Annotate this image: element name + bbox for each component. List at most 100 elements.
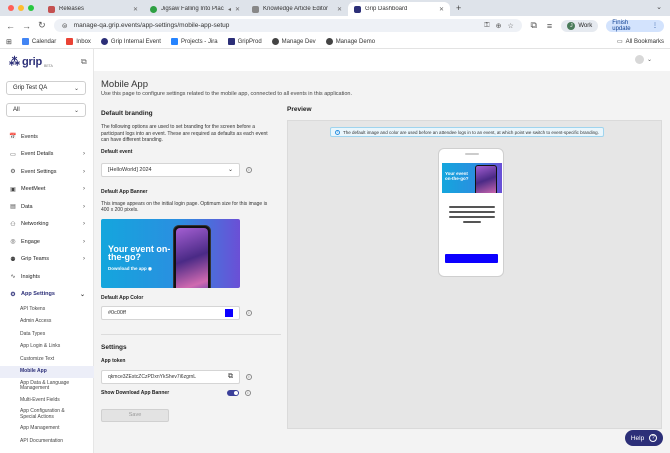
sidebar-menu: 📅 Events ▭ Event Details › ⚙ Event Settings › ▣ M… — [0, 128, 94, 448]
jira-icon — [170, 38, 178, 45]
tab-title: Releases — [59, 6, 85, 12]
sidebar-subitem-admin-access[interactable]: Admin Access — [0, 316, 94, 329]
top-header: ⌄ — [94, 49, 670, 71]
new-tab-button[interactable]: + — [450, 3, 467, 16]
bookmark-jira[interactable]: Projects - Jira — [170, 38, 218, 45]
grip-logo-icon: ⁂ — [9, 56, 20, 68]
all-bookmarks[interactable]: ▭ All Bookmarks — [617, 38, 664, 46]
sidebar-item-label: Data — [21, 203, 33, 210]
event-settings-icon: ⚙ — [10, 169, 16, 176]
url-bar[interactable]: ⊜ manage-qa.grip.events/app-settings/mob… — [53, 19, 522, 32]
help-button[interactable]: Help ? — [625, 430, 663, 446]
sidebar-item-events[interactable]: 📅 Events — [0, 128, 94, 146]
copy-icon[interactable]: ⧉ — [81, 57, 87, 67]
media-controls-icon[interactable]: ≡ — [546, 21, 554, 31]
sidebar-subitem-app-data-language-management[interactable]: App Data & Language Management — [0, 378, 94, 394]
bookmark-grip-internal[interactable]: Grip Internal Event — [100, 38, 161, 45]
placeholder-line — [449, 216, 495, 218]
profile-button[interactable]: J Work — [561, 19, 599, 32]
close-window-button[interactable] — [8, 5, 14, 11]
sidebar-item-meetmeet[interactable]: ▣ MeetMeet › — [0, 181, 94, 199]
close-tab-icon[interactable]: ✕ — [133, 6, 138, 13]
forward-icon[interactable]: → — [22, 21, 31, 31]
app-token-field[interactable]: qkmce3ZEstcZCzPDxnYkShev7i6zgrnL ⧉ — [101, 369, 240, 384]
sidebar-subitem-api-tokens[interactable]: API Tokens — [0, 303, 94, 316]
sidebar-item-event-settings[interactable]: ⚙ Event Settings › — [0, 163, 94, 181]
sidebar-subitem-app-login-links[interactable]: App Login & Links — [0, 341, 94, 354]
bookmark-calendar[interactable]: Calendar — [21, 38, 56, 45]
bookmark-star-icon[interactable]: ☆ — [508, 22, 514, 30]
apps-grid-icon[interactable]: ⊞ — [6, 38, 12, 46]
bookmark-gripprod[interactable]: GripProd — [227, 38, 262, 45]
chevron-down-icon: ⌄ — [73, 85, 79, 92]
tab-title: Jigsaw Falling Into Place — [161, 6, 224, 12]
browser-tab[interactable]: Knowledge Article Editor ✕ — [246, 2, 348, 16]
sidebar-item-networking[interactable]: ⚇ Networking › — [0, 216, 94, 234]
back-icon[interactable]: ← — [6, 21, 15, 31]
finish-update-button[interactable]: Finish update ⋮ — [606, 19, 664, 32]
grip-icon — [100, 38, 108, 45]
show-download-banner-toggle[interactable] — [227, 389, 239, 396]
info-icon[interactable]: i — [246, 373, 252, 380]
site-info-icon[interactable]: ⊜ — [62, 22, 68, 30]
sidebar-item-label: Event Settings — [21, 168, 57, 175]
bookmark-manage-demo[interactable]: Manage Demo — [325, 38, 375, 45]
tab-title: Knowledge Article Editor — [263, 6, 329, 12]
close-tab-icon[interactable]: ✕ — [337, 6, 342, 13]
maximize-window-button[interactable] — [28, 5, 34, 11]
org-select[interactable]: Grip Test QA ⌄ — [6, 81, 86, 95]
meetmeet-icon: ▣ — [10, 186, 16, 193]
profile-avatar: J — [567, 21, 576, 30]
password-key-icon[interactable]: ⚿ — [484, 22, 489, 30]
placeholder-line — [449, 211, 495, 213]
sidebar-subitem-customize-text[interactable]: Customize Text — [0, 353, 94, 366]
minimize-window-button[interactable] — [18, 5, 24, 11]
info-icon[interactable]: i — [246, 309, 252, 316]
info-icon[interactable]: i — [245, 389, 251, 396]
info-icon[interactable]: i — [246, 166, 252, 173]
app-banner-image[interactable]: Your event on-the-go? Download the app ◉ — [101, 218, 240, 288]
sidebar-subitem-api-documentation[interactable]: API Documentation — [0, 435, 94, 448]
grip-logo[interactable]: ⁂ grip BETA — [9, 55, 53, 69]
sidebar-subitem-app-management[interactable]: App Management — [0, 423, 94, 436]
browser-tab[interactable]: Releases ✕ — [42, 2, 144, 16]
sidebar-item-grip-teams[interactable]: ⚉ Grip Teams › — [0, 251, 94, 269]
preview-banner-title: Your event on-the-go? — [445, 171, 469, 181]
browser-tab[interactable]: Jigsaw Falling Into Place ◂ ✕ — [144, 2, 246, 16]
networking-icon: ⚇ — [10, 221, 16, 228]
default-event-select[interactable]: [HelloWorld] 2024 ⌄ — [101, 162, 240, 177]
mute-tab-icon[interactable]: ◂ — [228, 6, 231, 13]
browser-tab-active[interactable]: Grip Dashboard ✕ — [348, 2, 450, 16]
bookmark-manage-dev[interactable]: Manage Dev — [271, 38, 316, 45]
sidebar-subitem-app-configuration-special-actions[interactable]: App Configuration & Special Actions — [0, 407, 94, 423]
user-menu[interactable]: ⌄ — [634, 55, 652, 64]
sidebar-item-engage[interactable]: ◎ Engage › — [0, 233, 94, 251]
color-swatch[interactable] — [225, 308, 233, 317]
sidebar-item-event-details[interactable]: ▭ Event Details › — [0, 146, 94, 164]
close-tab-icon[interactable]: ✕ — [235, 6, 240, 13]
close-tab-icon[interactable]: ✕ — [439, 6, 444, 13]
chevron-down-icon: ⌄ — [73, 107, 79, 114]
bookmark-inbox[interactable]: Inbox — [66, 38, 91, 45]
sidebar-subitem-mobile-app[interactable]: Mobile App — [0, 365, 94, 378]
extensions-icon[interactable]: ⧉ — [530, 20, 538, 31]
sidebar-subitem-data-types[interactable]: Data Types — [0, 328, 94, 341]
zoom-icon[interactable]: ⊕ — [496, 22, 502, 30]
copy-icon[interactable]: ⧉ — [228, 373, 233, 381]
app-settings-icon: ⚙ — [10, 291, 16, 298]
placeholder-line — [463, 221, 481, 223]
sidebar-item-app-settings[interactable]: ⚙ App Settings ⌄ — [0, 286, 94, 304]
sidebar-subitem-multi-event-fields[interactable]: Multi-Event Fields — [0, 394, 94, 407]
reload-icon[interactable]: ↻ — [38, 20, 46, 31]
app-color-input[interactable]: #0c00ff — [101, 305, 240, 320]
chevron-down-icon: ⌄ — [227, 167, 233, 173]
tab-search-chevron-icon[interactable]: ⌄ — [656, 3, 662, 11]
sidebar-item-data[interactable]: ▤ Data › — [0, 198, 94, 216]
save-button[interactable]: Save — [101, 408, 169, 422]
tab-favicon-icon — [252, 5, 259, 13]
event-select[interactable]: All ⌄ — [6, 103, 86, 117]
sidebar-item-label: Event Details — [21, 151, 54, 158]
sidebar-item-label: Events — [21, 133, 38, 140]
sidebar-item-insights[interactable]: ∿ Insights — [0, 268, 94, 286]
tab-title: Grip Dashboard — [365, 6, 408, 12]
